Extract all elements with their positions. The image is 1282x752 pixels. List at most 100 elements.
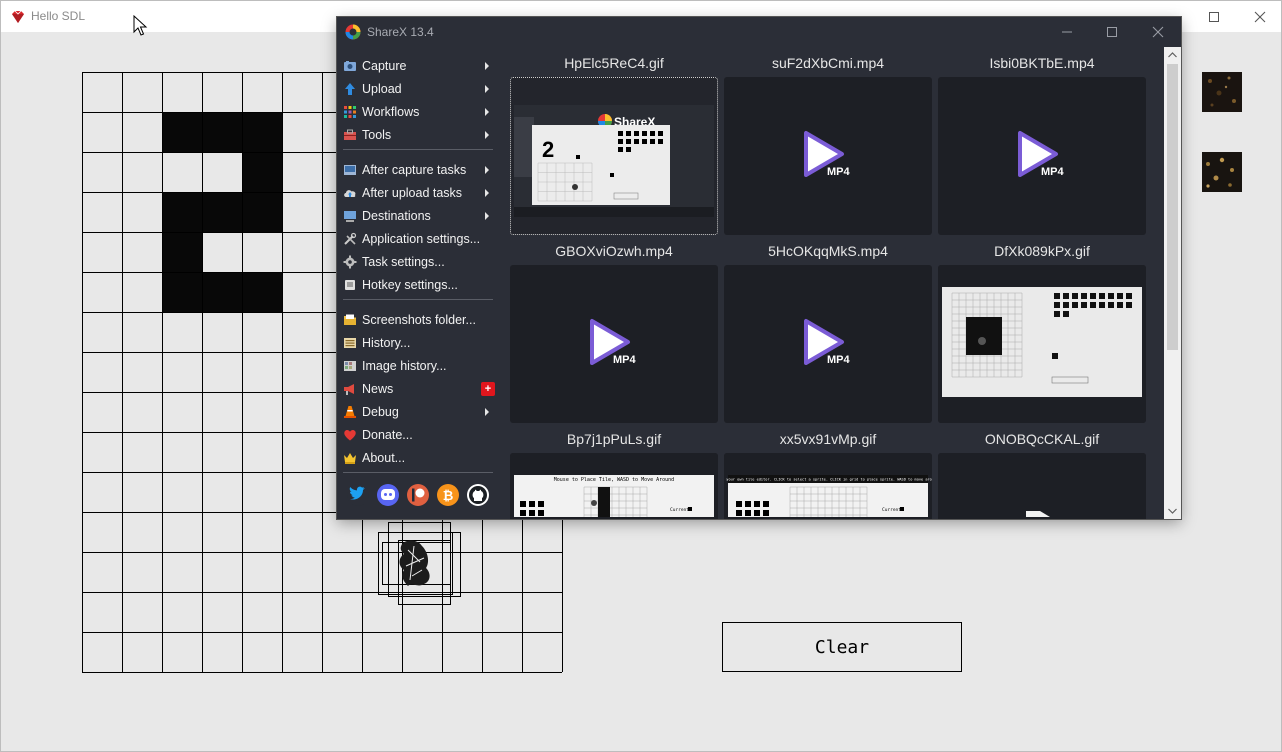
thumbnail-filename[interactable]: 5HcOKqqMkS.mp4	[724, 243, 932, 259]
crown-icon	[343, 451, 357, 465]
filled-tile[interactable]	[242, 112, 282, 152]
sharex-minimize-button[interactable]	[1044, 17, 1090, 47]
thumbnail-item[interactable]: xx5vx91vMp.gif Roll your own tile editor.…	[724, 423, 932, 519]
filled-tile[interactable]	[242, 152, 282, 192]
mouse-cursor-icon	[133, 15, 148, 36]
submenu-arrow-icon	[485, 189, 489, 197]
clear-button[interactable]: Clear	[722, 622, 962, 672]
thumbnail-preview[interactable]: Mouse to Place Tile, WASD to Move Around…	[510, 453, 718, 519]
thumbnail-preview[interactable]: ShareX 2	[510, 77, 718, 235]
menu-item-news[interactable]: News +	[343, 378, 495, 400]
thumbnail-filename[interactable]: HpElc5ReC4.gif	[510, 55, 718, 71]
sharex-scrollbar[interactable]	[1164, 47, 1181, 519]
menu-item-debug[interactable]: Debug	[343, 401, 495, 423]
palette-sprite-2[interactable]	[1202, 152, 1242, 192]
scroll-up-icon[interactable]	[1168, 52, 1177, 58]
thumbnail-image: Roll your own tile editor. CLICK to sele…	[724, 453, 932, 517]
menu-item-hotkey-settings[interactable]: Hotkey settings...	[343, 274, 495, 296]
thumbnail-preview[interactable]: Roll your own tile editor. CLICK to sele…	[724, 453, 932, 519]
filled-tile[interactable]	[202, 192, 242, 232]
submenu-arrow-icon	[485, 131, 489, 139]
cloud-upload-icon	[343, 186, 357, 200]
sharex-maximize-button[interactable]	[1089, 17, 1135, 47]
thumbnail-item[interactable]: Bp7j1pPuLs.gif Mouse to Place Tile, WASD …	[510, 423, 718, 519]
thumbnail-item[interactable]: GBOXviOzwh.mp4 MP4	[510, 235, 718, 423]
menu-item-screenshots-folder[interactable]: Screenshots folder...	[343, 309, 495, 331]
discord-icon[interactable]	[377, 484, 399, 506]
menu-item-after-capture-tasks[interactable]: After capture tasks	[343, 159, 495, 181]
menu-separator	[343, 472, 493, 473]
twitter-icon[interactable]	[347, 484, 369, 506]
thumbnail-preview[interactable]: MP4	[724, 265, 932, 423]
menu-item-upload[interactable]: Upload	[343, 78, 495, 100]
filled-tile[interactable]	[162, 232, 202, 272]
menu-item-about[interactable]: About...	[343, 447, 495, 469]
placed-sprite[interactable]	[378, 522, 464, 608]
sharex-close-button[interactable]	[1135, 17, 1181, 47]
menu-item-label: Workflows	[362, 105, 420, 119]
thumbnail-preview[interactable]	[938, 453, 1146, 519]
thumbnail-item[interactable]: Isbi0BKTbE.mp4 MP4	[938, 47, 1146, 235]
filled-tile[interactable]	[242, 272, 282, 312]
filled-tile[interactable]	[162, 192, 202, 232]
filled-tile[interactable]	[162, 272, 202, 312]
menu-item-task-settings[interactable]: Task settings...	[343, 251, 495, 273]
menu-item-label: Screenshots folder...	[362, 313, 476, 327]
thumbnail-filename[interactable]: Isbi0BKTbE.mp4	[938, 55, 1146, 71]
camera-icon	[343, 59, 357, 73]
thumbnail-preview[interactable]: MP4	[938, 77, 1146, 235]
scrollbar-thumb[interactable]	[1167, 64, 1178, 350]
thumbnail-item[interactable]: ONOBQcCKAL.gif	[938, 423, 1146, 519]
thumbnail-item[interactable]: suF2dXbCmi.mp4 MP4	[724, 47, 932, 235]
thumbnail-item[interactable]: 5HcOKqqMkS.mp4 MP4	[724, 235, 932, 423]
thumbnail-filename[interactable]: suF2dXbCmi.mp4	[724, 55, 932, 71]
thumbnail-preview[interactable]: MP4	[724, 77, 932, 235]
keyboard-key-icon	[343, 278, 357, 292]
sdl-close-button[interactable]	[1237, 1, 1282, 32]
github-icon[interactable]	[467, 484, 489, 506]
filled-tile[interactable]	[202, 112, 242, 152]
menu-item-label: Destinations	[362, 209, 431, 223]
menu-separator	[343, 149, 493, 150]
menu-item-label: Upload	[362, 82, 402, 96]
menu-item-tools[interactable]: Tools	[343, 124, 495, 146]
thumbnail-preview[interactable]	[938, 265, 1146, 423]
menu-item-label: Tools	[362, 128, 392, 142]
menu-item-destinations[interactable]: Destinations	[343, 205, 495, 227]
mp4-badge: MP4	[613, 354, 637, 366]
thumbnail-image	[938, 265, 1146, 423]
filled-tile[interactable]	[202, 272, 242, 312]
scroll-down-icon[interactable]	[1168, 508, 1177, 514]
menu-item-application-settings[interactable]: Application settings...	[343, 228, 495, 250]
workflows-grid-icon	[343, 105, 357, 119]
menu-item-workflows[interactable]: Workflows	[343, 101, 495, 123]
wrench-screwdriver-icon	[343, 232, 357, 246]
mp4-play-icon: MP4	[804, 131, 851, 178]
filled-tile[interactable]	[242, 192, 282, 232]
close-icon	[1254, 11, 1266, 22]
sharex-titlebar[interactable]: ShareX 13.4	[337, 17, 1181, 47]
menu-item-after-upload-tasks[interactable]: After upload tasks	[343, 182, 495, 204]
menu-item-history[interactable]: History...	[343, 332, 495, 354]
filled-tile[interactable]	[162, 112, 202, 152]
bitcoin-icon[interactable]: ₿	[437, 484, 459, 506]
thumbnail-filename[interactable]: GBOXviOzwh.mp4	[510, 243, 718, 259]
gem-app-icon	[12, 10, 24, 23]
sharex-thumbnail-view: HpElc5ReC4.gif ShareX 2 suF2dXbCmi.mp4 MP4 Is…	[507, 47, 1167, 519]
palette-sprite-1[interactable]	[1202, 72, 1242, 112]
thumbnail-item[interactable]: DfXk089kPx.gif	[938, 235, 1146, 423]
thumbnail-preview[interactable]: MP4	[510, 265, 718, 423]
patreon-icon[interactable]	[407, 484, 429, 506]
menu-item-donate[interactable]: Donate...	[343, 424, 495, 446]
thumbnail-item[interactable]: HpElc5ReC4.gif ShareX 2	[510, 47, 718, 235]
thumbnail-filename[interactable]: DfXk089kPx.gif	[938, 243, 1146, 259]
menu-item-image-history[interactable]: Image history...	[343, 355, 495, 377]
menu-item-capture[interactable]: Capture	[343, 55, 495, 77]
thumbnail-filename[interactable]: Bp7j1pPuLs.gif	[510, 431, 718, 447]
sdl-maximize-button[interactable]	[1191, 1, 1237, 32]
mp4-play-icon: MP4	[590, 319, 637, 366]
thumbnail-filename[interactable]: xx5vx91vMp.gif	[724, 431, 932, 447]
menu-item-label: Application settings...	[362, 232, 481, 246]
sharex-window: ShareX 13.4 Capture Upload Workflows Tools A…	[337, 17, 1181, 519]
thumbnail-filename[interactable]: ONOBQcCKAL.gif	[938, 431, 1146, 447]
